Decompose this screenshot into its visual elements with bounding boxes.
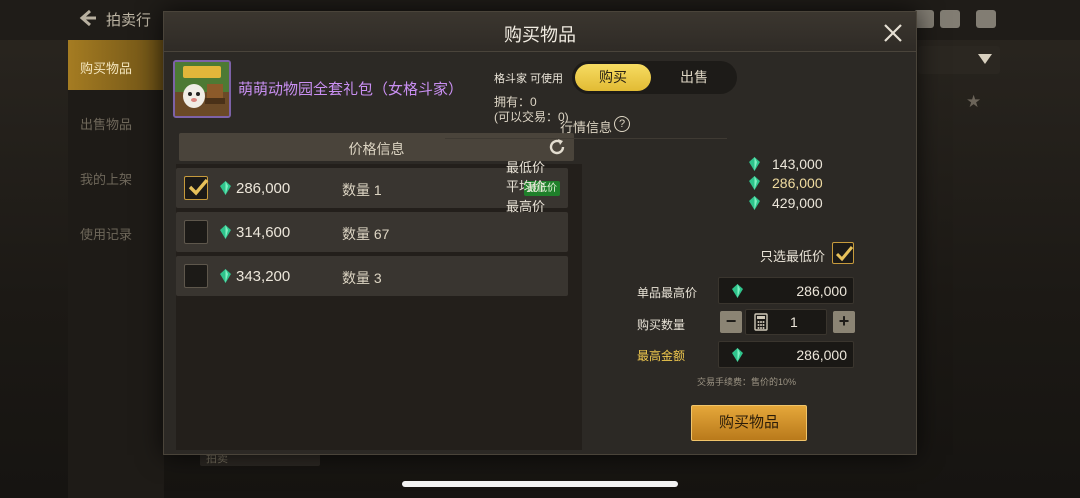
dialog-header: 购买物品 bbox=[164, 12, 916, 52]
inventory-icon[interactable] bbox=[914, 10, 934, 28]
price-list-title: 价格信息 bbox=[348, 141, 405, 157]
gem-icon bbox=[220, 269, 231, 283]
chevron-down-icon bbox=[978, 54, 992, 64]
market-lowest-label: 最低价 bbox=[506, 160, 546, 175]
gem-icon bbox=[749, 176, 760, 190]
purchase-button[interactable]: 购买物品 bbox=[691, 405, 807, 441]
dialog-title: 购买物品 bbox=[504, 25, 576, 45]
lowest-only-checkbox[interactable] bbox=[832, 242, 854, 264]
gem-icon bbox=[732, 348, 743, 362]
row-quantity: 数量 1 bbox=[342, 182, 382, 198]
gem-icon bbox=[732, 284, 743, 298]
row-checkbox[interactable] bbox=[184, 176, 209, 200]
quantity-decrease-button[interactable]: − bbox=[720, 311, 742, 333]
price-row[interactable]: 314,600 数量 67 bbox=[176, 212, 568, 252]
sidebar-item-listings[interactable]: 我的上架 bbox=[68, 151, 164, 201]
row-quantity: 数量 67 bbox=[342, 226, 390, 242]
chat-icon[interactable] bbox=[976, 10, 996, 28]
total-amount-field[interactable]: 286,000 bbox=[718, 341, 854, 368]
tradable-label: (可以交易：0) bbox=[494, 110, 569, 124]
buy-sell-toggle: 购买 出售 bbox=[572, 61, 737, 94]
lowest-only-label: 只选最低价 bbox=[760, 249, 826, 264]
quantity-stepper[interactable]: 1 bbox=[745, 309, 827, 335]
row-price: 343,200 bbox=[236, 268, 291, 285]
owned-label: 拥有：0 bbox=[494, 95, 537, 109]
gem-icon bbox=[220, 181, 231, 195]
market-average-value: 286,000 bbox=[772, 175, 823, 191]
row-price: 286,000 bbox=[236, 180, 291, 197]
sidebar-item-buy[interactable]: 购买物品 bbox=[68, 40, 164, 90]
quantity-label: 购买数量 bbox=[637, 318, 686, 332]
market-highest-value: 429,000 bbox=[772, 195, 823, 211]
quantity-value: 1 bbox=[790, 314, 798, 330]
gem-icon bbox=[749, 157, 760, 171]
checkmark-icon bbox=[188, 178, 209, 196]
unit-max-price-value: 286,000 bbox=[796, 283, 847, 299]
unit-max-price-field[interactable]: 286,000 bbox=[718, 277, 854, 304]
tab-sell[interactable]: 出售 bbox=[654, 64, 734, 91]
item-name: 萌萌动物园全套礼包（女格斗家） bbox=[238, 81, 464, 98]
refresh-icon[interactable] bbox=[547, 137, 567, 157]
market-divider bbox=[445, 138, 727, 139]
item-thumbnail bbox=[173, 60, 231, 118]
checkmark-icon bbox=[835, 246, 854, 262]
mail-icon[interactable] bbox=[940, 10, 960, 28]
item-owned-count: 拥有：0 (可以交易：0) bbox=[494, 95, 569, 125]
purchase-dialog: 购买物品 萌萌动物园全套礼包（女格斗家） 格斗家 可使用 拥有：0 (可以交易：… bbox=[163, 11, 917, 455]
sidebar-item-history[interactable]: 使用记录 bbox=[68, 206, 164, 256]
market-info-title: 行情信息 bbox=[560, 120, 613, 135]
background-page-title: 拍卖行 bbox=[106, 12, 152, 29]
row-price: 314,600 bbox=[236, 224, 291, 241]
price-row[interactable]: 343,200 数量 3 bbox=[176, 256, 568, 296]
unit-max-price-label: 单品最高价 bbox=[637, 286, 698, 300]
total-amount-label: 最高金额 bbox=[637, 349, 686, 363]
item-image-icon bbox=[175, 62, 229, 116]
star-icon[interactable]: ★ bbox=[966, 92, 981, 112]
close-icon[interactable] bbox=[880, 20, 906, 46]
back-arrow-icon[interactable] bbox=[78, 8, 98, 28]
tab-buy[interactable]: 购买 bbox=[575, 64, 651, 91]
sidebar-item-sell[interactable]: 出售物品 bbox=[68, 96, 164, 146]
home-indicator[interactable] bbox=[402, 481, 678, 487]
row-quantity: 数量 3 bbox=[342, 270, 382, 286]
gem-icon bbox=[220, 225, 231, 239]
calculator-icon[interactable] bbox=[754, 313, 768, 331]
total-amount-value: 286,000 bbox=[796, 347, 847, 363]
market-highest-label: 最高价 bbox=[506, 199, 546, 214]
quantity-increase-button[interactable]: + bbox=[833, 311, 855, 333]
fee-note: 交易手续费：售价的10% bbox=[697, 377, 797, 387]
help-icon[interactable]: ? bbox=[614, 116, 630, 132]
row-checkbox[interactable] bbox=[184, 220, 208, 244]
row-checkbox[interactable] bbox=[184, 264, 208, 288]
market-lowest-value: 143,000 bbox=[772, 156, 823, 172]
item-usable-class: 格斗家 可使用 bbox=[494, 73, 564, 85]
market-average-label: 平均价 bbox=[506, 179, 546, 194]
gem-icon bbox=[749, 196, 760, 210]
